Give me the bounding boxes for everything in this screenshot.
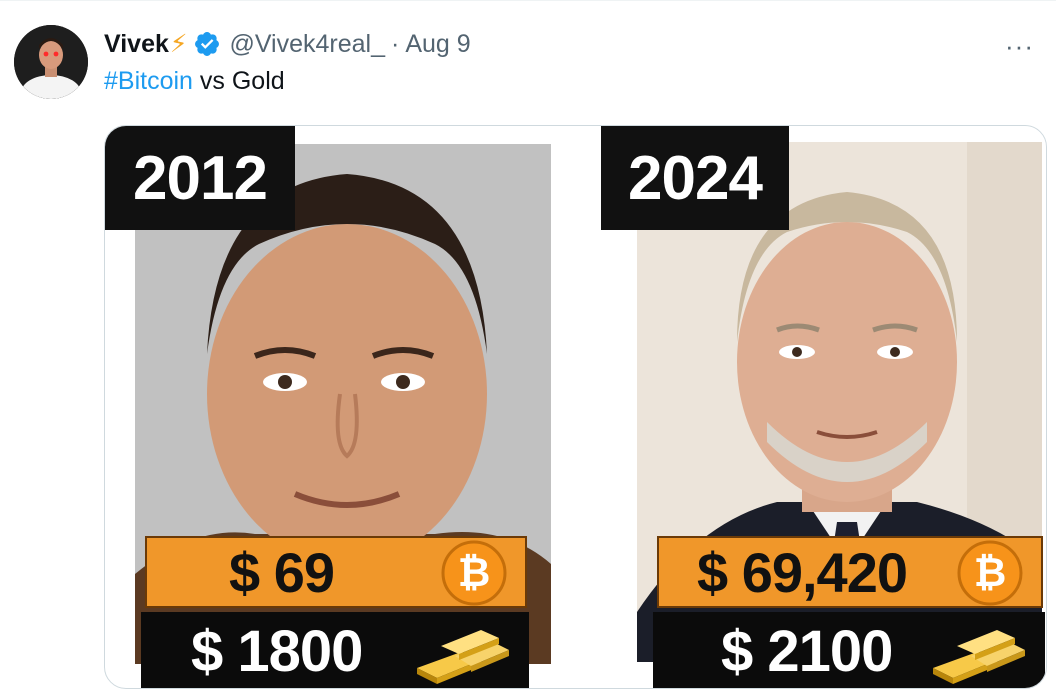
gold-price-bar: $ 2100 [653,612,1045,688]
gold-bars-icon [417,630,509,684]
svg-text:₿: ₿ [974,551,1007,595]
bitcoin-price: $ 69,420 [697,540,908,604]
avatar-image [14,25,88,99]
tweet-media[interactable]: 2012 $ 69 ₿ $ 1800 2024 $ 69,420 ₿ $ 210… [104,125,1047,689]
author-handle[interactable]: @Vivek4real_ [229,30,385,59]
panel-2012: 2012 $ 69 ₿ $ 1800 [105,126,553,688]
bitcoin-price: $ 69 [229,540,335,604]
verified-badge-icon [195,32,220,56]
author-name[interactable]: Vivek [104,30,169,59]
separator-dot: · [391,29,400,58]
avatar[interactable] [14,25,88,99]
gold-price: $ 1800 [191,618,363,684]
gold-price-bar: $ 1800 [141,612,529,688]
tweet-text-rest: vs Gold [192,67,285,95]
gold-price: $ 2100 [721,618,893,684]
tweet-date[interactable]: Aug 9 [405,30,470,59]
tweet[interactable]: Vivek ⚡ @Vivek4real_ · Aug 9 ··· #Bitcoi… [0,0,1056,700]
tweet-text: #Bitcoin vs Gold [104,67,285,96]
gold-bars-icon [933,630,1025,684]
bitcoin-coin-icon: ₿ [957,540,1023,606]
hashtag-link[interactable]: #Bitcoin [104,67,193,95]
tweet-header: Vivek ⚡ @Vivek4real_ · Aug 9 [104,28,471,60]
lightning-emoji: ⚡ [169,30,188,58]
bitcoin-price-bar: $ 69 ₿ [145,536,527,608]
year-label: 2024 [601,126,789,230]
bitcoin-price-bar: $ 69,420 ₿ [657,536,1043,608]
bitcoin-coin-icon: ₿ [441,540,507,606]
year-label: 2012 [105,126,295,230]
svg-text:₿: ₿ [458,551,491,595]
more-options-icon[interactable]: ··· [1005,31,1034,62]
panel-2024: 2024 $ 69,420 ₿ $ 2100 [601,126,1046,688]
